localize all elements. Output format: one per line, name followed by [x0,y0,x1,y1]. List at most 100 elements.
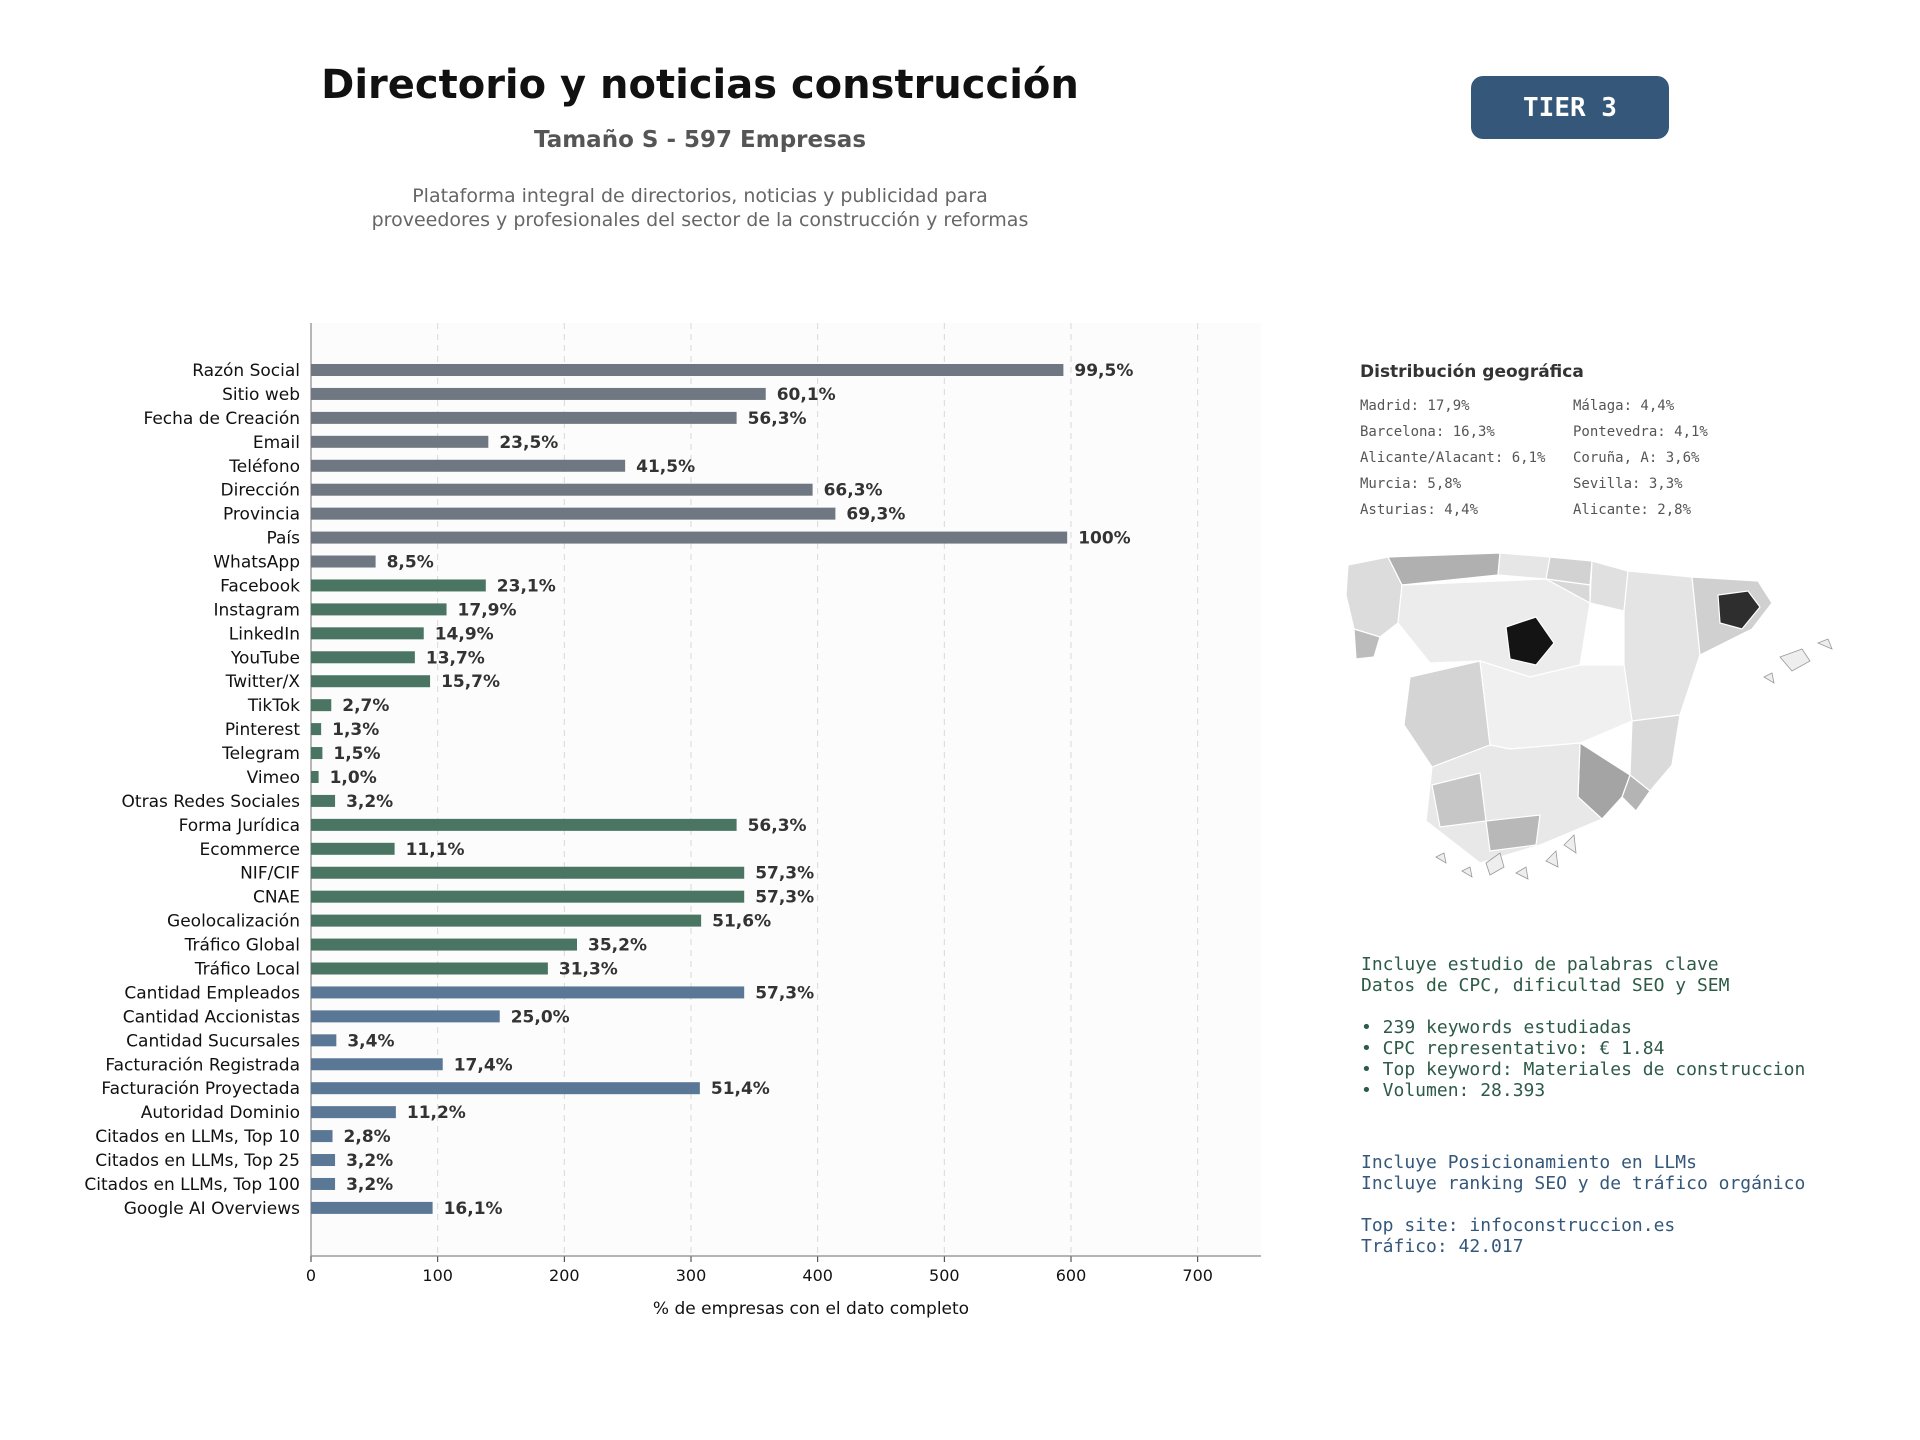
value-label: 100% [1078,529,1131,549]
bar [311,531,1068,544]
category-label: Ecommerce [200,840,301,860]
keywords-info: Incluye estudio de palabras clave Datos … [1361,954,1806,1101]
category-label: YouTube [230,648,300,668]
x-tick-label: 0 [306,1266,316,1285]
category-label: Teléfono [228,457,300,477]
value-label: 25,0% [511,1007,570,1027]
category-label: NIF/CIF [240,864,300,884]
geo-title: Distribución geográfica [1360,362,1584,382]
category-label: Email [253,433,300,453]
bar [311,914,702,927]
category-label: Razón Social [192,361,300,381]
value-label: 69,3% [846,505,905,525]
x-tick-label: 100 [422,1266,453,1285]
category-label: Facturación Proyectada [101,1079,300,1099]
value-label: 11,1% [406,840,465,860]
map-region-asturias [1387,552,1501,586]
llm-seo-info: Incluye Posicionamiento en LLMs Incluye … [1361,1152,1806,1257]
category-label: TikTok [247,696,300,716]
value-label: 23,5% [499,433,558,453]
category-label: Telegram [221,744,300,764]
category-label: Tráfico Local [194,960,300,980]
bar [311,962,548,975]
bar [311,699,332,712]
bar [311,364,1064,376]
bar [311,459,626,472]
spain-choropleth-map [1345,552,1833,880]
bar [311,890,745,903]
value-label: 56,3% [748,409,807,429]
bar [311,770,319,783]
bar [311,675,431,688]
geo-item-left-3: Alicante/Alacant: 6,1% [1360,450,1546,466]
value-label: 31,3% [559,960,618,980]
value-label: 1,5% [333,744,380,764]
geo-item-left-2: Barcelona: 16,3% [1360,424,1495,440]
category-label: Tráfico Global [184,936,300,956]
geo-item-left-1: Madrid: 17,9% [1360,398,1470,414]
category-label: Twitter/X [225,672,301,692]
bar [311,1177,336,1190]
value-label: 14,9% [435,624,494,644]
bar [311,435,489,448]
tier-badge: TIER 3 [1471,76,1669,139]
bar [311,1010,500,1023]
map-region-navarra [1589,560,1629,612]
bar [311,1082,700,1095]
bar [311,794,336,807]
category-label: Cantidad Empleados [124,983,300,1003]
value-label: 3,2% [346,1175,393,1195]
x-axis-label: % de empresas con el dato completo [653,1299,969,1319]
bar [311,818,737,831]
geo-item-left-4: Murcia: 5,8% [1360,476,1462,492]
category-label: Citados en LLMs, Top 10 [95,1127,300,1147]
bar [311,1106,396,1119]
map-region-castilla-leon [1397,578,1591,678]
category-label: Geolocalización [167,912,300,932]
value-label: 17,9% [458,600,517,620]
value-label: 17,4% [454,1055,513,1075]
value-label: 51,4% [711,1079,770,1099]
category-label: Provincia [223,505,300,525]
value-label: 15,7% [441,672,500,692]
bar [311,986,745,999]
category-label: Sitio web [222,385,300,405]
value-label: 23,1% [497,576,556,596]
bar-chart: 0 100 200 300 400 500 600 700 Razón Social 99,5% S… [84,323,1261,1319]
value-label: 1,3% [332,720,379,740]
bar [311,603,447,616]
x-tick-label: 600 [1056,1266,1087,1285]
category-label: LinkedIn [229,624,300,644]
geo-item-right-3: Coruña, A: 3,6% [1573,450,1700,466]
x-tick-label: 200 [549,1266,580,1285]
bar [311,938,577,951]
bar [311,842,395,855]
bar [311,555,376,568]
bar [311,507,836,520]
value-label: 51,6% [712,912,771,932]
bar [311,1130,333,1143]
category-label: Autoridad Dominio [141,1103,300,1123]
bar [311,651,415,664]
geo-item-right-1: Málaga: 4,4% [1573,398,1675,414]
category-label: Vimeo [247,768,300,788]
category-label: Fecha de Creación [143,409,300,429]
bar [311,627,424,640]
bar [311,1201,433,1214]
x-tick-label: 500 [929,1266,960,1285]
bar [311,579,486,592]
value-label: 57,3% [755,888,814,908]
geo-item-right-5: Alicante: 2,8% [1573,502,1692,518]
category-label: Google AI Overviews [124,1199,300,1219]
value-label: 57,3% [755,864,814,884]
category-label: Facturación Registrada [105,1055,300,1075]
value-label: 2,8% [344,1127,391,1147]
value-label: 13,7% [426,648,485,668]
value-label: 66,3% [824,481,883,501]
value-label: 35,2% [588,936,647,956]
category-label: Citados en LLMs, Top 25 [95,1151,300,1171]
category-label: Cantidad Sucursales [126,1031,300,1051]
value-label: 2,7% [342,696,389,716]
bar [311,1034,337,1047]
bar [311,866,745,879]
